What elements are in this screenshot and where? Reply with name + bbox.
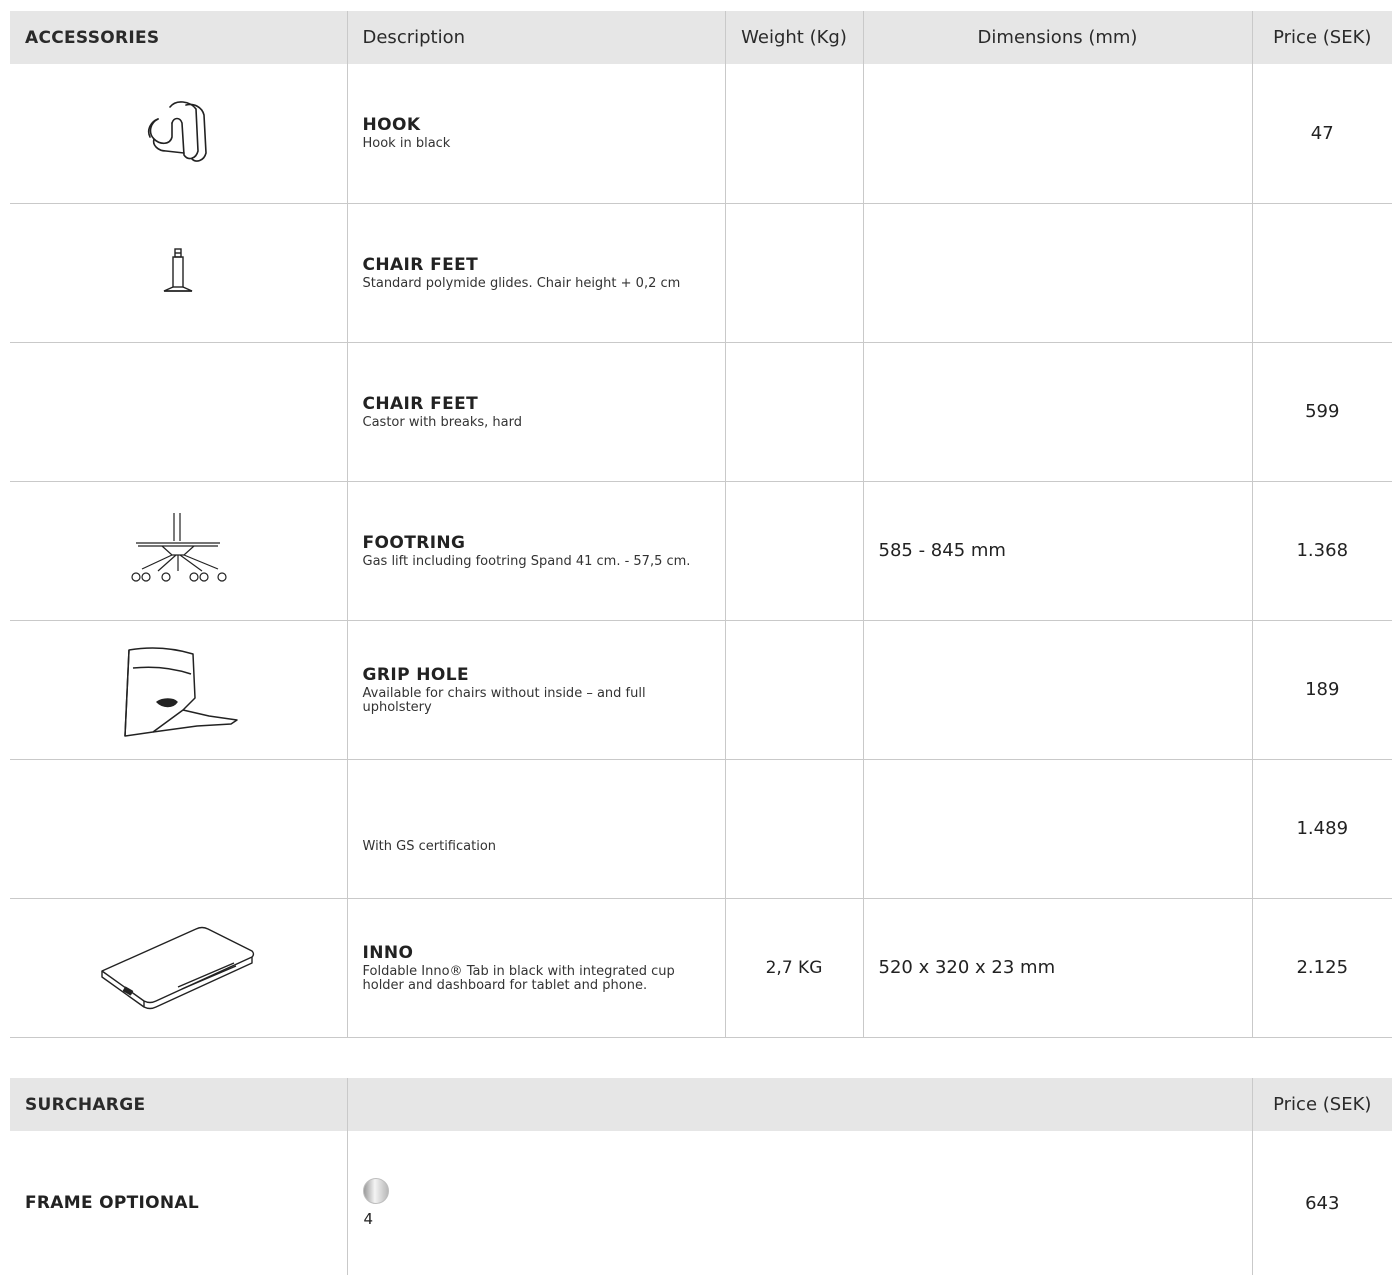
item-text: Hook in black [362,136,451,152]
row-price: 599 [1251,342,1392,482]
item-text: Foldable Inno® Tab in black with integra… [362,963,675,993]
tablet-tray-icon [101,926,255,1009]
item-text: With GS certification [362,838,497,854]
row-price: 1.489 [1251,759,1392,899]
row-weight [724,620,863,760]
row-weight [724,481,863,621]
row-description: With GS certification [346,759,725,899]
table-row: HOOK Hook in black 47 [10,64,1392,204]
header-dimensions: Dimensions (mm) [862,11,1252,64]
table-row: CHAIR FEET Standard polymide glides. Cha… [10,203,1392,343]
item-title: CHAIR FEET [362,254,479,275]
accessories-header-row: ACCESSORIES Description Weight (Kg) Dime… [10,11,1392,64]
glide-icon [163,247,193,292]
table-row: INNO Foldable Inno® Tab in black with in… [10,898,1392,1038]
row-description: CHAIR FEET Castor with breaks, hard [346,342,725,482]
surcharge-options: 4 [346,1131,1252,1275]
accessories-table: ACCESSORIES Description Weight (Kg) Dime… [10,11,1392,1038]
row-dimensions: 520 x 320 x 23 mm [862,898,1252,1038]
header-surcharge: SURCHARGE [10,1078,347,1131]
row-description: CHAIR FEET Standard polymide glides. Cha… [346,203,725,343]
header-surcharge-blank [346,1078,1252,1131]
row-description: HOOK Hook in black [346,64,725,204]
row-weight [724,342,863,482]
item-title: INNO [362,942,414,963]
header-surcharge-price: Price (SEK) [1251,1078,1392,1131]
row-dimensions [862,203,1252,343]
item-text: Available for chairs without inside – an… [362,685,646,715]
row-dimensions [862,64,1252,204]
header-description: Description [346,11,725,64]
row-price: 1.368 [1251,481,1392,621]
row-image [10,620,347,760]
item-title: CHAIR FEET [362,393,479,414]
chair-shell-icon [124,646,238,737]
surcharge-price: 643 [1251,1131,1392,1275]
swatch-label: 4 [363,1210,374,1228]
row-price: 189 [1251,620,1392,760]
row-price: 2.125 [1251,898,1392,1038]
hook-icon [148,101,208,163]
row-price [1251,203,1392,343]
row-weight [724,203,863,343]
row-weight [724,64,863,204]
table-row: GRIP HOLE Available for chairs without i… [10,620,1392,760]
row-description: GRIP HOLE Available for chairs without i… [346,620,725,760]
table-row: FOOTRING Gas lift including footring Spa… [10,481,1392,621]
table-row: FRAME OPTIONAL 4 643 [10,1131,1392,1275]
row-image [10,64,347,204]
table-row: CHAIR FEET Castor with breaks, hard 599 [10,342,1392,482]
header-weight: Weight (Kg) [724,11,863,64]
row-image [10,481,347,621]
row-price: 47 [1251,64,1392,204]
row-dimensions [862,620,1252,760]
row-dimensions: 585 - 845 mm [862,481,1252,621]
item-text: Gas lift including footring Spand 41 cm.… [362,553,691,569]
item-title: FOOTRING [362,532,466,553]
row-dimensions [862,342,1252,482]
row-image [10,759,347,899]
row-image [10,898,347,1038]
header-accessories: ACCESSORIES [10,11,347,64]
row-image [10,342,347,482]
row-dimensions [862,759,1252,899]
row-description: INNO Foldable Inno® Tab in black with in… [346,898,725,1038]
chrome-swatch-icon [362,1178,389,1204]
footring-base-icon [131,512,227,582]
header-price: Price (SEK) [1251,11,1392,64]
surcharge-header-row: SURCHARGE Price (SEK) [10,1078,1392,1131]
item-text: Standard polymide glides. Chair height +… [362,275,681,291]
item-title: GRIP HOLE [362,664,469,685]
table-row: With GS certification 1.489 [10,759,1392,899]
row-image [10,203,347,343]
surcharge-table: SURCHARGE Price (SEK) FRAME OPTIONAL 4 6… [10,1078,1392,1275]
item-text: Castor with breaks, hard [362,414,522,430]
surcharge-label: FRAME OPTIONAL [25,1193,200,1213]
row-weight [724,759,863,899]
row-weight: 2,7 KG [724,898,863,1038]
row-description: FOOTRING Gas lift including footring Spa… [346,481,725,621]
item-title: HOOK [362,115,421,136]
